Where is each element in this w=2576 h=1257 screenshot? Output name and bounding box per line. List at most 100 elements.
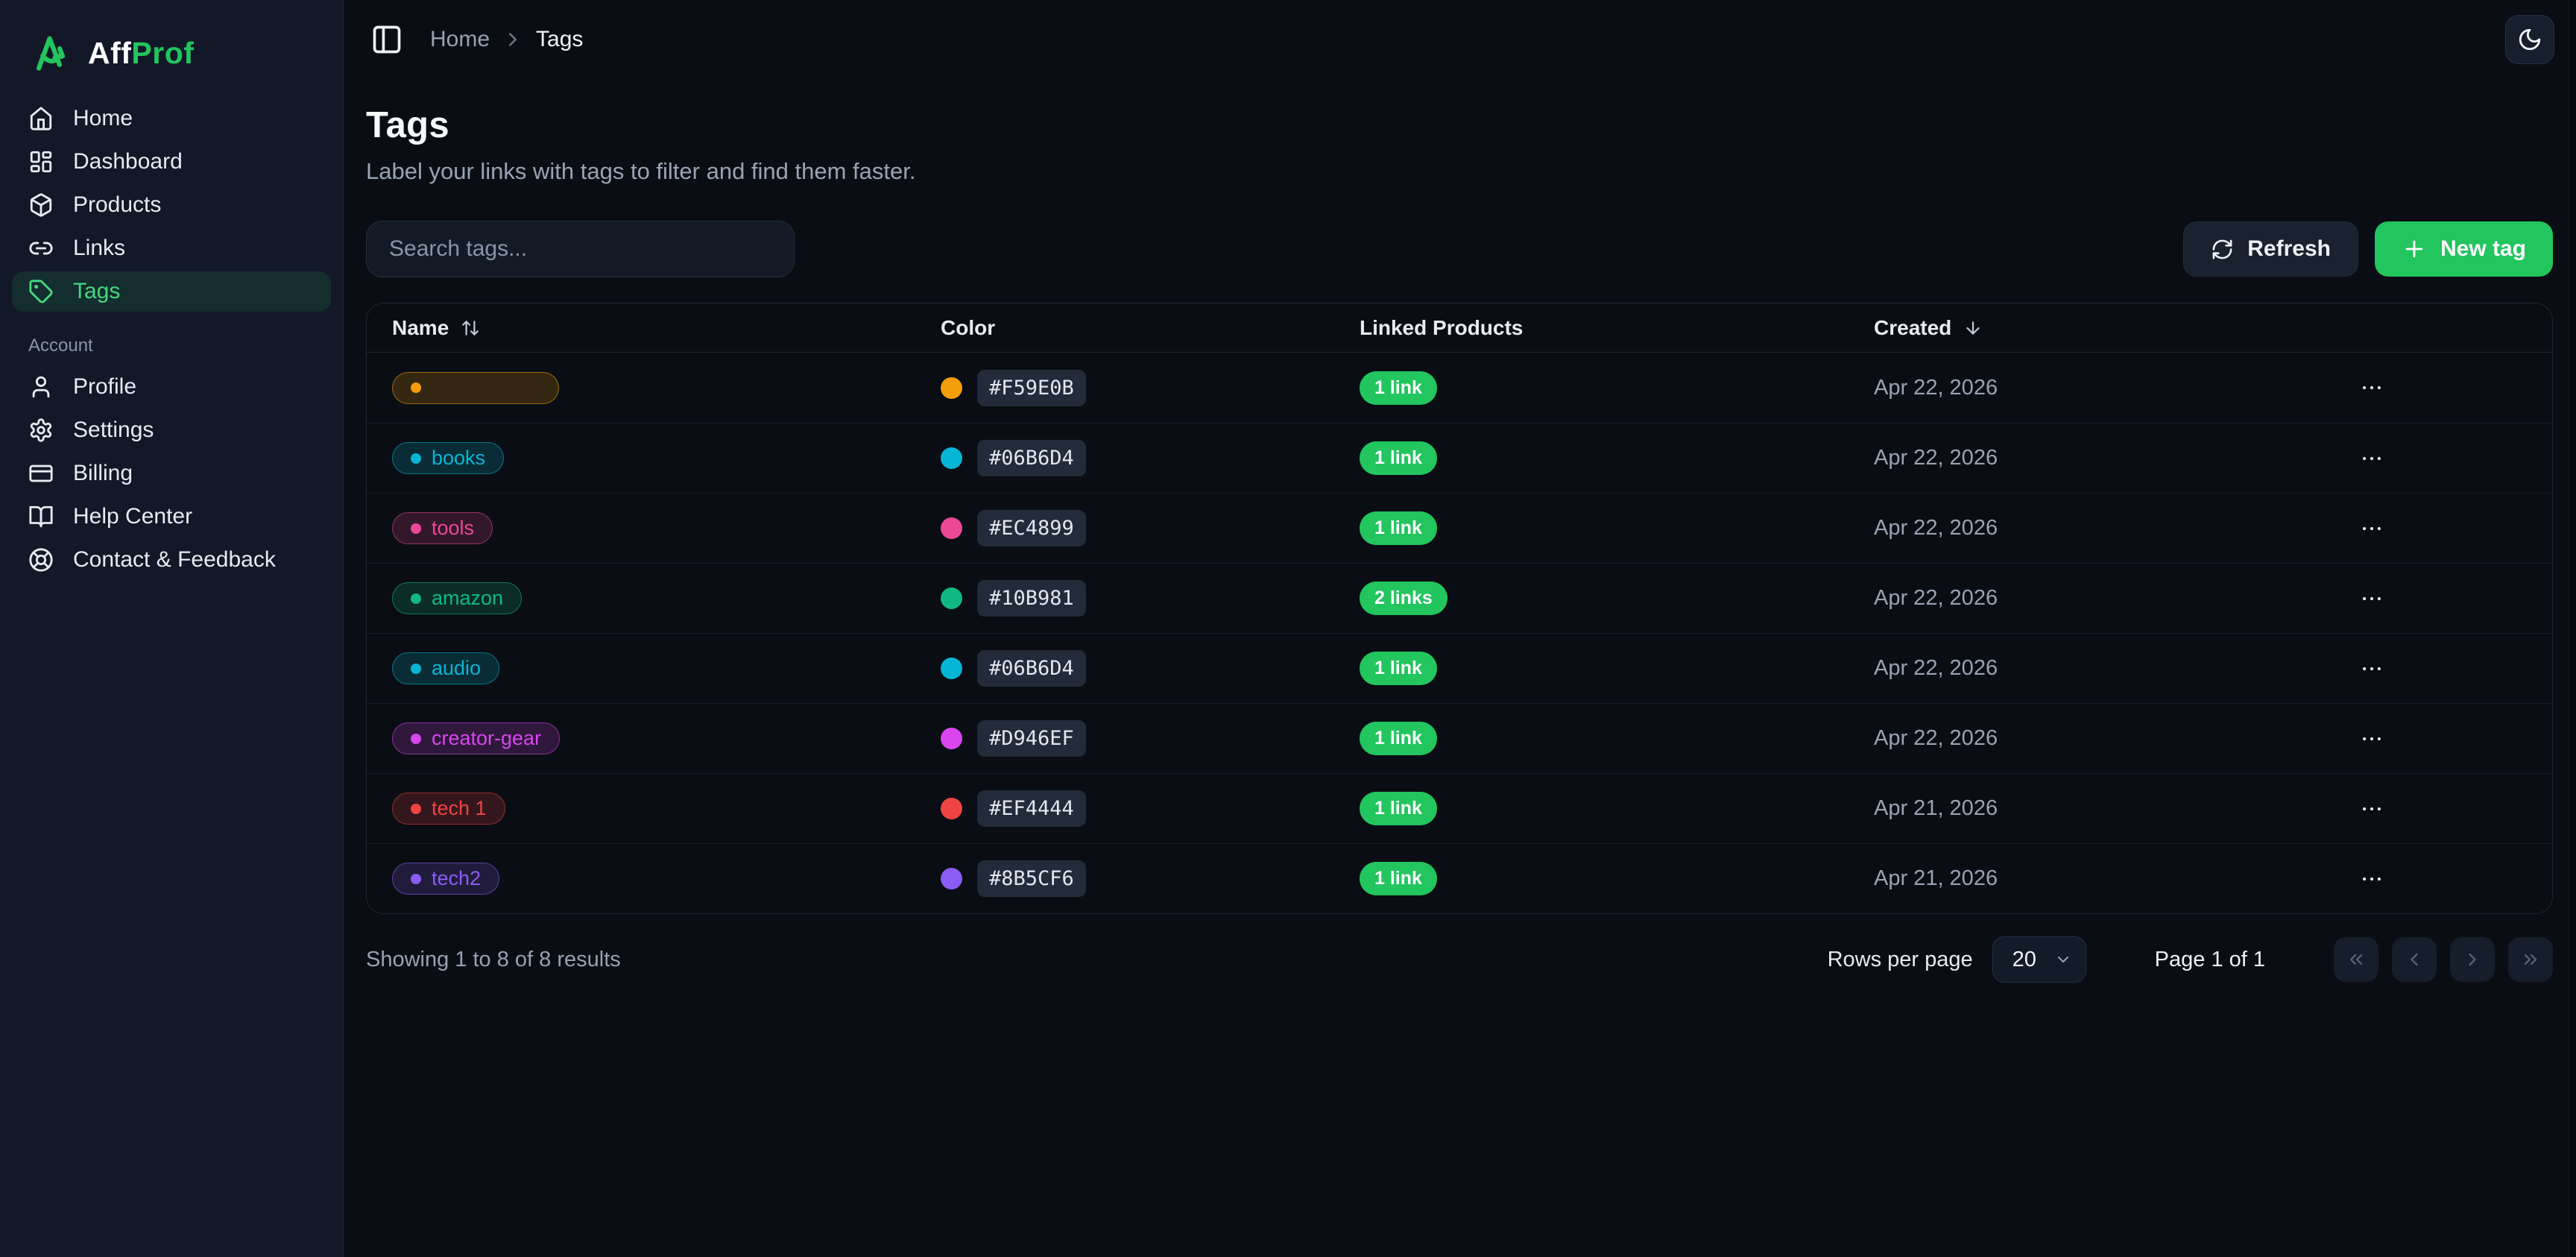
breadcrumb: Home Tags [430,27,583,52]
color-swatch [941,658,962,679]
next-page-button[interactable] [2450,937,2495,982]
tag-color-cell: #06B6D4 [941,650,1360,687]
chevron-down-icon [2054,951,2072,968]
page-title: Tags [366,104,2553,146]
ellipsis-icon [2359,726,2384,752]
tag-pill[interactable]: audio [392,652,499,684]
tag-pill[interactable]: books [392,442,504,474]
sidebar-item-label: Tags [73,279,120,304]
chevrons-right-icon [2520,949,2541,970]
tag-name-cell: amazon [392,582,941,614]
linked-products-badge: 1 link [1360,441,1437,475]
plus-icon [2402,236,2427,262]
tag-name: amazon [432,587,503,610]
tag-color-cell: #D946EF [941,720,1360,757]
brand-logo-icon [30,31,73,75]
sidebar: AffProf HomeDashboardProductsLinksTags A… [0,0,344,1257]
sidebar-item-label: Contact & Feedback [73,547,276,573]
row-menu-button[interactable] [2351,367,2393,409]
new-tag-button-label: New tag [2440,236,2526,262]
breadcrumb-home[interactable]: Home [430,27,490,52]
linked-products-badge: 2 links [1360,582,1448,615]
sidebar-item-contact-feedback[interactable]: Contact & Feedback [12,540,331,580]
row-menu-button[interactable] [2351,438,2393,479]
linked-products-cell: 2 links [1360,582,1874,615]
new-tag-button[interactable]: New tag [2375,221,2553,277]
sidebar-item-billing[interactable]: Billing [12,453,331,494]
scrollbar[interactable] [2569,0,2576,1257]
sidebar-item-home[interactable]: Home [12,98,331,139]
tag-name-cell: audio [392,652,941,684]
life-buoy-icon [28,547,54,573]
sort-by-created-button[interactable]: Created [1874,316,1983,340]
table-row: creator-gear#D946EF1 linkApr 22, 2026 [367,703,2552,773]
row-menu-button[interactable] [2351,788,2393,830]
search-input[interactable] [366,221,795,277]
theme-toggle-button[interactable] [2505,15,2554,64]
prev-page-button[interactable] [2392,937,2437,982]
sidebar-item-dashboard[interactable]: Dashboard [12,142,331,182]
sidebar-item-label: Help Center [73,504,192,529]
row-actions-cell [2351,578,2530,620]
sidebar-item-products[interactable]: Products [12,185,331,225]
breadcrumb-current: Tags [536,27,583,52]
row-menu-button[interactable] [2351,718,2393,760]
sidebar-item-settings[interactable]: Settings [12,410,331,450]
ellipsis-icon [2359,516,2384,541]
color-hex-code: #06B6D4 [977,650,1086,687]
table-row: tech2#8B5CF61 linkApr 21, 2026 [367,843,2552,913]
row-menu-button[interactable] [2351,578,2393,620]
table-body: #F59E0B1 linkApr 22, 2026books#06B6D41 l… [367,353,2552,913]
tag-name-cell: tech2 [392,863,941,895]
sidebar-toggle-button[interactable] [370,23,403,56]
row-menu-button[interactable] [2351,858,2393,900]
table-row: audio#06B6D41 linkApr 22, 2026 [367,633,2552,703]
user-icon [28,374,54,400]
row-menu-button[interactable] [2351,648,2393,690]
tag-pill[interactable] [392,372,559,404]
tag-pill[interactable]: tools [392,512,493,544]
table-row: books#06B6D41 linkApr 22, 2026 [367,423,2552,493]
pagination-controls: Rows per page 20 Page 1 of 1 [1828,936,2553,983]
sort-by-name-button[interactable]: Name [392,316,480,340]
linked-products-badge: 1 link [1360,371,1437,405]
first-page-button[interactable] [2334,937,2378,982]
sidebar-item-label: Settings [73,418,154,443]
tag-color-dot [411,734,421,744]
created-date: Apr 22, 2026 [1874,656,2351,681]
page-content: Tags Label your links with tags to filte… [344,104,2576,983]
rows-per-page-select[interactable]: 20 [1992,936,2086,983]
dashboard-icon [28,149,54,174]
tag-pill[interactable]: amazon [392,582,522,614]
color-hex-code: #F59E0B [977,370,1086,406]
brand-name: AffProf [88,36,194,71]
toolbar-actions: Refresh New tag [2183,221,2553,277]
sidebar-item-help-center[interactable]: Help Center [12,497,331,537]
table-row: tools#EC48991 linkApr 22, 2026 [367,493,2552,563]
last-page-button[interactable] [2508,937,2553,982]
tag-pill[interactable]: tech2 [392,863,499,895]
column-header-name: Name [392,316,941,340]
sidebar-item-profile[interactable]: Profile [12,367,331,407]
sidebar-item-label: Profile [73,374,136,400]
sidebar-item-links[interactable]: Links [12,228,331,268]
tag-pill[interactable]: creator-gear [392,722,560,754]
credit-card-icon [28,461,54,486]
tag-color-cell: #10B981 [941,580,1360,617]
color-swatch [941,587,962,609]
tags-table: Name Color Linked Products Created # [366,303,2553,914]
color-swatch [941,517,962,539]
results-summary: Showing 1 to 8 of 8 results [366,948,621,972]
book-open-icon [28,504,54,529]
color-swatch [941,868,962,889]
brand-logo[interactable]: AffProf [0,25,343,97]
sidebar-nav: HomeDashboardProductsLinks Tags [0,97,343,313]
sidebar-item-tags[interactable]: Tags [12,271,331,312]
refresh-button[interactable]: Refresh [2183,221,2358,277]
tag-pill[interactable]: tech 1 [392,793,505,825]
refresh-button-label: Refresh [2247,236,2331,262]
house-icon [28,106,54,131]
row-menu-button[interactable] [2351,508,2393,549]
linked-products-cell: 1 link [1360,792,1874,825]
color-hex-code: #8B5CF6 [977,860,1086,897]
